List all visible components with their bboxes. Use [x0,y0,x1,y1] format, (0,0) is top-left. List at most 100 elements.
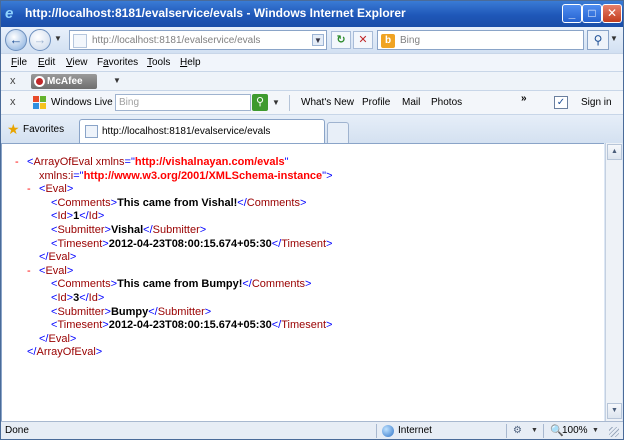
mcafee-button[interactable]: McAfee [31,74,97,89]
ie-logo-icon: e [5,5,14,22]
xml-timesent-line: <Timesent>2012-04-23T08:00:15.674+05:30<… [51,319,333,332]
submitter-value: Bumpy [110,305,149,318]
status-divider [543,424,544,438]
photos-link[interactable]: Photos [431,97,462,108]
page-icon [73,34,87,48]
checkbox-icon[interactable]: ✓ [554,96,568,109]
protected-mode-dropdown-icon[interactable]: ▼ [531,427,538,434]
security-zone[interactable]: Internet [398,425,432,436]
tab-label: http://localhost:8181/evalservice/evals [102,126,271,137]
address-dropdown-icon[interactable]: ▼ [312,34,324,46]
xml-id-line: <Id>3</Id> [51,291,105,304]
status-bar: Done Internet ⚙ ▼ 🔍 100% ▼ [1,421,623,439]
whats-new-link[interactable]: What's New [301,97,354,108]
address-row: ← → ▼ http://localhost:8181/evalservice/… [1,27,623,53]
address-input[interactable]: http://localhost:8181/evalservice/evals [92,35,260,46]
page-content: - <ArrayOfEval xmlns="http://vishalnayan.… [1,143,604,421]
favorites-bar: ★ Favorites http://localhost:8181/evalse… [1,114,623,144]
close-button[interactable]: ✕ [602,4,622,23]
mcafee-logo-icon [34,76,45,87]
new-tab-button[interactable] [327,122,349,143]
mcafee-label: McAfee [47,76,83,87]
mcafee-toolbar-close-button[interactable]: x [10,75,16,87]
maximize-button[interactable]: □ [582,4,602,23]
windows-live-label[interactable]: Windows Live [51,97,113,108]
window-title: http://localhost:8181/evalservice/evals … [25,6,406,20]
resize-grip-icon[interactable] [609,427,619,437]
favorites-button[interactable]: ★ Favorites [5,121,64,138]
xml-timesent-line: <Timesent>2012-04-23T08:00:15.674+05:30<… [51,237,333,250]
forward-button[interactable]: → [29,29,51,51]
toolbar-divider [289,95,290,111]
xml-root-close: </ArrayOfEval> [27,346,103,359]
tab-page-icon [85,125,98,138]
menu-file[interactable]: File [11,57,27,68]
mail-link[interactable]: Mail [402,97,420,108]
zoom-level[interactable]: 100% [562,425,588,436]
address-bar[interactable]: http://localhost:8181/evalservice/evals … [69,30,327,50]
stop-button[interactable]: ✕ [353,31,373,49]
scroll-down-button[interactable]: ▼ [607,403,622,419]
status-text: Done [5,425,29,436]
menu-bar: File Edit View Favorites Tools Help [1,53,623,71]
more-links-chevron-icon[interactable]: » [521,93,527,104]
title-bar: e http://localhost:8181/evalservice/eval… [1,1,623,27]
xmlns-i-value: http://www.w3.org/2001/XMLSchema-instanc… [83,169,323,182]
xml-root-attr-line: xmlns:i="http://www.w3.org/2001/XMLSchem… [39,169,333,182]
xml-root-open: - <ArrayOfEval xmlns="http://vishalnayan.… [15,156,289,170]
xml-comments-line: <Comments>This came from Vishal!</Commen… [51,196,307,209]
collapse-eval-toggle[interactable]: - [27,265,39,279]
favorites-label: Favorites [23,124,65,135]
refresh-button[interactable]: ↻ [331,31,351,49]
status-divider [506,424,507,438]
sign-in-link[interactable]: Sign in [581,97,612,108]
live-search-dropdown-icon[interactable]: ▼ [272,98,280,107]
profile-link[interactable]: Profile [362,97,390,108]
collapse-eval-toggle[interactable]: - [27,183,39,197]
live-search-placeholder[interactable]: Bing [119,97,139,108]
windows-live-toolbar: x Windows Live Bing ⚲ ▼ What's New Profi… [1,90,623,114]
search-box[interactable]: b Bing [377,30,584,50]
xml-comments-line: <Comments>This came from Bumpy!</Comment… [51,278,312,291]
mcafee-dropdown-icon[interactable]: ▼ [113,76,121,85]
zoom-dropdown-icon[interactable]: ▼ [592,427,599,434]
menu-favorites[interactable]: Favorites [97,57,138,68]
protected-mode-icon[interactable]: ⚙ [513,425,527,437]
menu-tools[interactable]: Tools [147,57,170,68]
xml-id-line: <Id>1</Id> [51,210,105,223]
minimize-button[interactable]: _ [562,4,582,23]
search-button[interactable]: ⚲ [587,30,609,50]
eval-close: </Eval> [39,332,77,345]
submitter-value: Vishal [110,223,144,236]
favorites-star-icon: ★ [7,121,20,137]
eval-open: - <Eval> [27,183,74,197]
collapse-root-toggle[interactable]: - [15,156,27,170]
timesent-value: 2012-04-23T08:00:15.674+05:30 [108,319,272,332]
menu-view[interactable]: View [66,57,88,68]
scroll-up-button[interactable]: ▲ [607,144,622,160]
live-search-input[interactable]: Bing [115,94,251,111]
windows-live-logo-icon [33,96,47,110]
comments-value: This came from Vishal! [117,196,238,209]
timesent-value: 2012-04-23T08:00:15.674+05:30 [108,237,272,250]
xmlns-value: http://vishalnayan.com/evals [134,156,285,168]
eval-open: - <Eval> [27,264,74,279]
menu-edit[interactable]: Edit [38,57,55,68]
xml-document: - <ArrayOfEval xmlns="http://vishalnayan.… [15,156,333,360]
tab-active[interactable]: http://localhost:8181/evalservice/evals [79,119,325,144]
live-search-button[interactable]: ⚲ [252,94,268,111]
status-divider [376,424,377,438]
search-options-dropdown-icon[interactable]: ▼ [610,34,618,43]
xml-submitter-line: <Submitter>Bumpy</Submitter> [51,305,212,318]
eval-close: </Eval> [39,251,77,264]
vertical-scrollbar[interactable]: ▲ ▼ [605,143,622,421]
mcafee-toolbar: x McAfee ▼ [1,71,623,90]
comments-value: This came from Bumpy! [117,278,243,291]
live-toolbar-close-button[interactable]: x [10,96,16,108]
globe-icon [382,425,394,437]
bing-icon: b [381,34,395,48]
back-button[interactable]: ← [5,29,27,51]
recent-pages-dropdown-icon[interactable]: ▼ [54,34,62,43]
menu-help[interactable]: Help [180,57,201,68]
search-placeholder[interactable]: Bing [400,35,420,46]
